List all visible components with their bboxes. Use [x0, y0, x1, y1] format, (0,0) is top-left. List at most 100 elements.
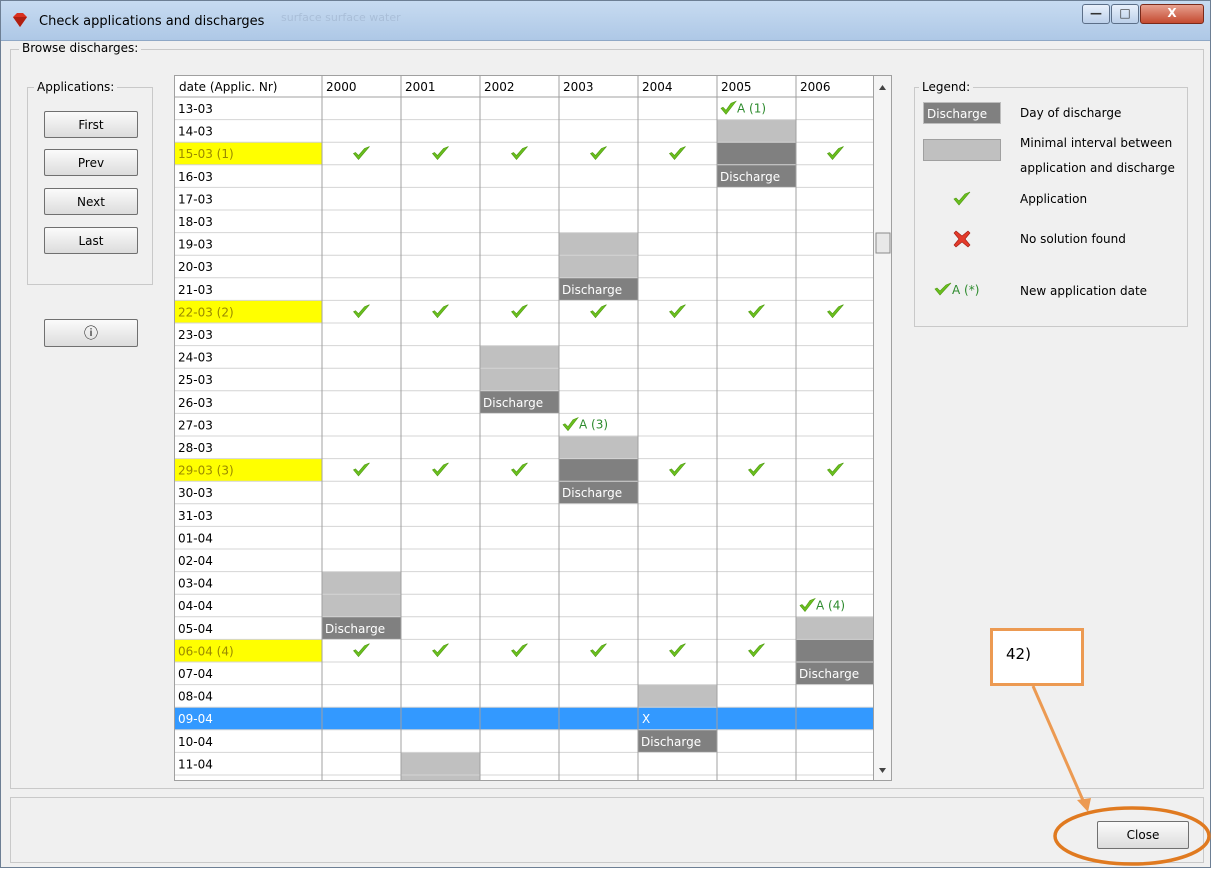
close-window-button[interactable]: X — [1140, 4, 1204, 24]
interval-cell — [401, 752, 480, 775]
new-application-label: A (1) — [737, 101, 766, 115]
row-date-label: 11-04 — [178, 757, 213, 771]
application-check-icon — [590, 643, 607, 658]
grid-header-bg — [175, 76, 873, 97]
application-check-icon — [432, 146, 449, 160]
row-date-label: 04-04 — [178, 599, 213, 613]
legend-check-icon — [953, 191, 971, 206]
column-header: 2002 — [484, 80, 515, 94]
maximize-button[interactable]: □ — [1111, 4, 1139, 24]
legend-new-app-text: New application date — [1020, 284, 1148, 298]
application-check-icon — [353, 643, 370, 658]
first-button-label: First — [78, 117, 104, 132]
selected-row-cell — [559, 707, 638, 730]
row-date-label: 20-03 — [178, 260, 213, 274]
title-bar[interactable]: Check applications and discharges surfac… — [1, 1, 1210, 41]
application-check-icon — [827, 304, 844, 319]
row-date-label: 07-04 — [178, 667, 213, 681]
application-check-icon — [511, 146, 528, 160]
application-check-icon — [432, 304, 449, 319]
row-date-label: 16-03 — [178, 170, 213, 184]
selected-row-cell — [401, 707, 480, 730]
annotation-callout: 42) — [990, 628, 1084, 686]
application-check-icon — [748, 304, 765, 319]
maximize-icon: □ — [1119, 6, 1131, 20]
column-header: 2003 — [563, 80, 594, 94]
discharge-day-cell — [717, 142, 796, 165]
grid-scrollbar[interactable] — [874, 75, 892, 781]
discharge-label: Discharge — [799, 667, 859, 681]
column-header: 2005 — [721, 80, 752, 94]
application-check-icon — [590, 146, 607, 160]
window-title: Check applications and discharges — [39, 14, 265, 29]
legend-discharge-sample: Discharge — [923, 102, 1001, 124]
bottom-panel — [10, 797, 1204, 863]
interval-cell — [401, 775, 480, 780]
selected-row-cell — [717, 707, 796, 730]
next-button[interactable]: Next — [44, 188, 138, 215]
row-date-label: 19-03 — [178, 238, 213, 252]
legend-interval-sample — [923, 139, 1001, 161]
last-button-label: Last — [78, 233, 104, 248]
selected-row-cell — [322, 707, 401, 730]
interval-cell — [638, 684, 717, 708]
dialog-window: Check applications and discharges surfac… — [0, 0, 1211, 868]
minimize-icon: — — [1090, 6, 1102, 20]
legend-application-text: Application — [1020, 192, 1088, 206]
row-date-label: 25-03 — [178, 373, 213, 387]
row-date-label: 05-04 — [178, 622, 213, 636]
scroll-down-icon[interactable] — [879, 768, 886, 773]
annotation-label: 42) — [1006, 645, 1031, 663]
interval-cell — [559, 232, 638, 256]
column-header: 2004 — [642, 80, 673, 94]
selected-row-cell — [480, 707, 559, 730]
discharge-label: Discharge — [562, 283, 622, 297]
row-date-label: 26-03 — [178, 396, 213, 410]
interval-cell — [796, 616, 873, 640]
first-button[interactable]: First — [44, 111, 138, 138]
application-check-icon — [669, 146, 686, 160]
row-date-label: 23-03 — [178, 328, 213, 342]
new-application-label: A (4) — [816, 599, 845, 613]
scrollbar-arrows — [875, 85, 891, 773]
discharge-label: Discharge — [641, 735, 701, 749]
next-button-label: Next — [77, 194, 105, 209]
application-check-icon — [511, 643, 528, 658]
application-check-icon — [748, 643, 765, 658]
row-date-label: 17-03 — [178, 192, 213, 206]
row-date-label: 09-04 — [178, 712, 213, 726]
discharge-label: Discharge — [325, 622, 385, 636]
legend-no-solution-text: No solution found — [1020, 232, 1126, 246]
row-date-label: 29-03 (3) — [178, 464, 234, 478]
close-button[interactable]: Close — [1097, 821, 1189, 849]
interval-cell — [559, 255, 638, 278]
interval-cell — [559, 436, 638, 459]
legend-cross-icon — [953, 230, 971, 248]
row-date-label: 13-03 — [178, 102, 213, 116]
prev-button[interactable]: Prev — [44, 149, 138, 176]
row-date-label: 21-03 — [178, 283, 213, 297]
background-window-text: surface surface water — [281, 11, 401, 24]
new-application-label: A (3) — [579, 418, 608, 432]
application-check-icon — [432, 462, 449, 477]
row-date-label: 22-03 (2) — [178, 305, 234, 319]
minimize-button[interactable]: — — [1082, 4, 1110, 24]
grid-canvas[interactable]: date (Applic. Nr) 2000 2001 2002 2003 2004 200… — [175, 76, 874, 781]
application-check-icon — [827, 146, 844, 160]
prev-button-label: Prev — [77, 155, 105, 170]
scroll-up-icon[interactable] — [879, 85, 886, 90]
legend-new-app-sample: A (*) — [952, 283, 980, 297]
close-icon: X — [1167, 6, 1177, 20]
interval-cell — [717, 119, 796, 143]
scroll-thumb[interactable] — [875, 232, 891, 254]
application-check-icon — [353, 146, 370, 160]
row-date-label: 08-04 — [178, 690, 213, 704]
discharges-grid[interactable]: date (Applic. Nr) 2000 2001 2002 2003 2004 200… — [174, 75, 874, 781]
info-button[interactable]: ⓘ — [44, 319, 138, 347]
last-button[interactable]: Last — [44, 227, 138, 254]
discharge-label: Discharge — [720, 170, 780, 184]
legend-new-app-check-icon — [934, 282, 952, 296]
application-check-icon — [353, 304, 370, 319]
row-date-label: 30-03 — [178, 486, 213, 500]
close-button-label: Close — [1126, 828, 1160, 842]
